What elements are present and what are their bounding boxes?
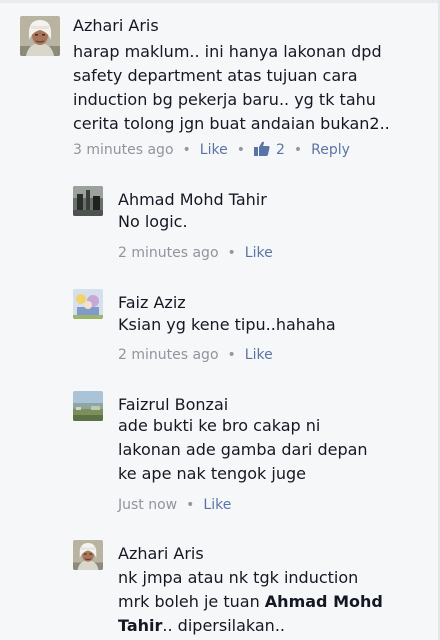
avatar[interactable]: [20, 16, 60, 56]
comment-author[interactable]: Faiz Aziz: [118, 293, 186, 313]
comment-text-part: .. dipersilakan..: [162, 616, 285, 635]
man-with-white-headscarf-icon: [73, 540, 103, 570]
reply-button[interactable]: Reply: [311, 142, 350, 158]
like-button[interactable]: Like: [245, 347, 273, 363]
comment-timestamp: 2 minutes ago: [118, 245, 219, 261]
comment-timestamp: 3 minutes ago: [73, 142, 174, 158]
comment-text: harap maklum.. ini hanya lakonan dpd saf…: [73, 42, 390, 133]
photo-icon: [73, 186, 103, 216]
separator-dot: •: [293, 142, 303, 158]
separator-dot: •: [186, 497, 195, 513]
comment-meta: 3 minutes ago • Like • 2 • Reply: [73, 141, 350, 159]
like-count-value: 2: [275, 142, 285, 158]
comment-author[interactable]: Faizrul Bonzai: [118, 395, 228, 415]
separator-dot: •: [227, 347, 236, 363]
comment-meta: 2 minutes ago • Like: [118, 244, 273, 262]
separator-dot: •: [236, 142, 245, 158]
cartoon-icon: [73, 289, 103, 319]
comment-meta: 2 minutes ago • Like: [118, 346, 273, 364]
comment-timestamp: Just now: [118, 497, 178, 513]
comment-author[interactable]: Azhari Aris: [73, 16, 159, 36]
comment-author[interactable]: Ahmad Mohd Tahir: [118, 190, 267, 210]
separator-dot: •: [182, 142, 191, 158]
like-button[interactable]: Like: [203, 497, 231, 513]
thumbs-up-icon: [253, 141, 270, 156]
comment-timestamp: 2 minutes ago: [118, 347, 219, 363]
man-with-white-headscarf-icon: [20, 16, 60, 56]
like-button[interactable]: Like: [200, 142, 228, 158]
like-button[interactable]: Like: [245, 245, 273, 261]
comment-author[interactable]: Azhari Aris: [118, 544, 204, 564]
avatar[interactable]: [73, 391, 103, 421]
comment-text: No logic.: [118, 212, 188, 231]
comment-meta: Just now • Like: [118, 496, 231, 514]
landscape-icon: [73, 391, 103, 421]
top-edge-divider: [0, 0, 440, 3]
avatar[interactable]: [73, 186, 103, 216]
separator-dot: •: [227, 245, 236, 261]
comment-text: ade bukti ke bro cakap ni lakonan ade ga…: [118, 416, 368, 483]
comment-text: Ksian yg kene tipu..hahaha: [118, 315, 336, 334]
comment-text: nk jmpa atau nk tgk induction mrk boleh …: [118, 566, 383, 638]
avatar[interactable]: [73, 540, 103, 570]
like-count[interactable]: 2: [253, 141, 285, 158]
avatar[interactable]: [73, 289, 103, 319]
